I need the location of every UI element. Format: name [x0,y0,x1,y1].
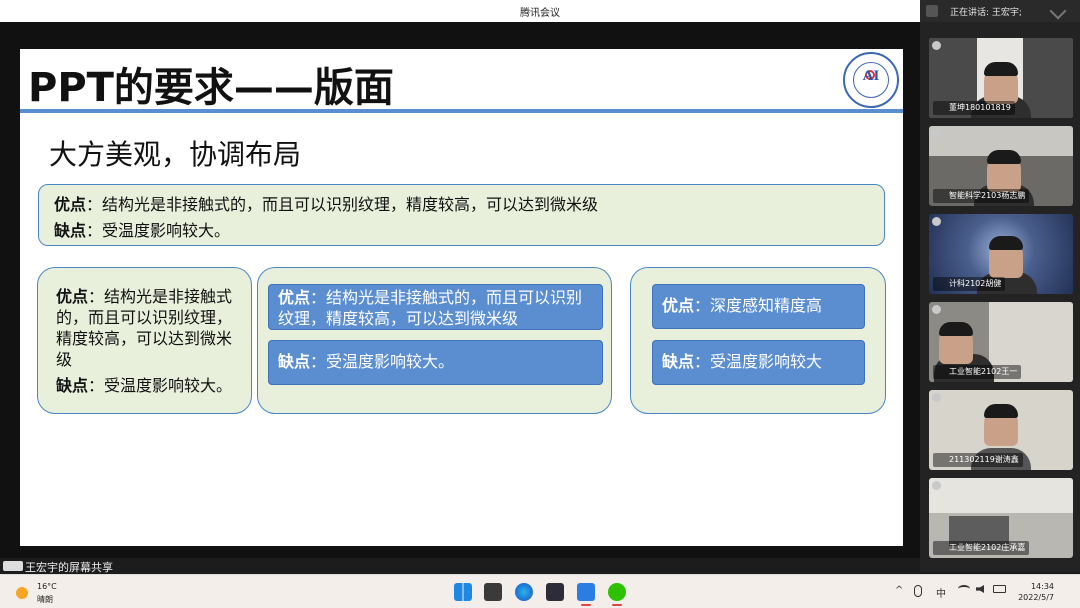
wechat-icon[interactable] [608,583,626,606]
battery-icon[interactable] [993,585,1006,593]
card2-con-pill: 缺点：受温度影响较大。 [268,340,603,385]
card3-con-pill: 缺点：受温度影响较大 [652,340,865,385]
mic-icon [932,129,941,138]
presentation-slide: PPT的要求——版面 AI 大方美观，协调布局 优点：结构光是非接触式的，而且可… [20,49,903,546]
clock-date: 2022/5/7 [1018,593,1054,602]
tray-chevron-icon[interactable]: ^ [895,585,903,596]
mic-icon [932,393,941,402]
participant-name: 董坤180101819 [933,101,1015,115]
edge-browser-icon[interactable] [515,583,533,601]
mic-icon [932,481,941,490]
weather-sun-icon[interactable] [16,587,28,599]
participant-video[interactable]: 董坤180101819 [929,38,1073,118]
wide-con-line: 缺点：受温度影响较大。 [54,221,231,240]
clock-time: 14:34 [1030,582,1054,591]
university-logo: AI [843,52,899,108]
screen-share-label: 王宏宇的屏幕共享 [25,561,113,574]
collapse-icon[interactable] [1049,2,1067,20]
mic-icon [932,217,941,226]
participant-video[interactable]: 计科2102胡健 [929,214,1073,294]
card1-con: 缺点：受温度影响较大。 [56,376,233,395]
volume-icon[interactable] [976,585,984,593]
weather-temperature: 16°C [37,582,57,591]
card2-pro-pill: 优点：结构光是非接触式的，而且可以识别纹理，精度较高，可以达到微米级 [268,284,603,330]
participant-name: 工业智能2102王一 [933,365,1022,379]
title-divider [20,109,903,113]
windows-taskbar: 16°C 晴朗 ^ 中 14:34 2022/5/7 [0,574,1080,608]
wifi-icon[interactable] [958,585,970,593]
pros-cons-card-2: 优点：结构光是非接触式的，而且可以识别纹理，精度较高，可以达到微米级 缺点：受温… [257,267,612,414]
card1-pro: 优点：结构光是非接触式的，而且可以识别纹理，精度较高，可以达到微米级 [56,287,233,369]
wide-pros-cons-box: 优点：结构光是非接触式的，而且可以识别纹理，精度较高，可以达到微米级 缺点：受温… [38,184,885,246]
start-menu-icon[interactable] [454,583,472,601]
weather-description: 晴朗 [37,595,53,604]
tencent-meeting-icon[interactable] [577,583,595,606]
card3-pro-pill: 优点：深度感知精度高 [652,284,865,329]
window-title: 腾讯会议 [520,8,560,19]
participant-video[interactable]: 智能科学2103杨志鹏 [929,126,1073,206]
mic-icon [932,305,941,314]
participant-video[interactable]: 211302119谢涛鑫 [929,390,1073,470]
participant-name: 211302119谢涛鑫 [933,453,1023,467]
title-bar: 腾讯会议 [0,0,920,22]
task-view-icon[interactable] [484,583,502,601]
participant-name: 工业智能2102庄承嘉 [933,541,1030,555]
share-status-icons [3,561,23,571]
slide-subtitle: 大方美观，协调布局 [49,138,302,171]
system-clock[interactable]: 14:34 2022/5/7 [1014,581,1054,603]
mic-icon [932,41,941,50]
slide-title: PPT的要求——版面 [28,65,394,111]
screen-share-bar: 王宏宇的屏幕共享 [0,558,920,574]
logo-ai-mark: AI [862,68,880,84]
participant-video[interactable]: 工业智能2102庄承嘉 [929,478,1073,558]
ime-indicator[interactable]: 中 [936,585,946,600]
wide-pro-line: 优点：结构光是非接触式的，而且可以识别纹理，精度较高，可以达到微米级 [54,195,599,214]
speaking-label: 正在讲话: 王宏宇; [950,8,1022,18]
pros-cons-card-1: 优点：结构光是非接触式的，而且可以识别纹理，精度较高，可以达到微米级 缺点：受温… [37,267,252,414]
speaker-icon [926,5,938,17]
participant-name: 智能科学2103杨志鹏 [933,189,1030,203]
app-icon[interactable] [546,583,564,601]
participant-name: 计科2102胡健 [933,277,1006,291]
participant-video[interactable]: 工业智能2102王一 [929,302,1073,382]
pros-cons-card-3: 优点：深度感知精度高 缺点：受温度影响较大 [630,267,886,414]
microphone-icon[interactable] [914,585,922,597]
